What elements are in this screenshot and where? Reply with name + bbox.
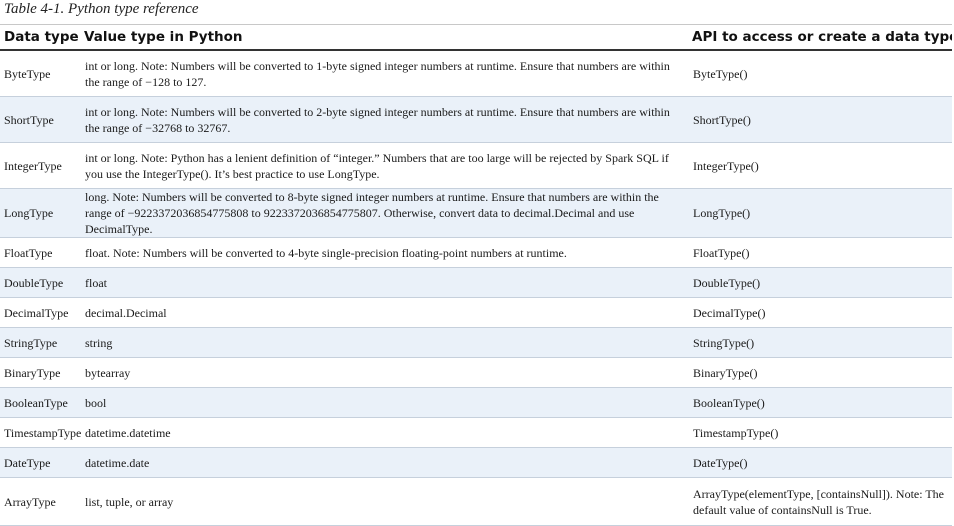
table-row: DecimalType decimal.Decimal DecimalType(…	[0, 297, 952, 328]
value-type-cell: bool	[80, 387, 688, 418]
table-row: FloatType float. Note: Numbers will be c…	[0, 237, 952, 268]
data-type-cell: DateType	[0, 447, 80, 478]
value-type-cell: datetime.datetime	[80, 417, 688, 448]
api-cell: BinaryType()	[688, 357, 952, 388]
python-type-reference-table: Data type Value type in Python API to ac…	[0, 24, 952, 526]
api-cell: DoubleType()	[688, 267, 952, 298]
data-type-cell: ArrayType	[0, 477, 80, 526]
api-cell: LongType()	[688, 188, 952, 238]
table-row: ShortType int or long. Note: Numbers wil…	[0, 96, 952, 143]
value-type-cell: float	[80, 267, 688, 298]
value-type-cell: bytearray	[80, 357, 688, 388]
data-type-cell: ByteType	[0, 50, 80, 97]
value-type-cell: list, tuple, or array	[80, 477, 688, 526]
api-cell: ArrayType(elementType, [containsNull]). …	[688, 477, 952, 526]
value-type-cell: float. Note: Numbers will be converted t…	[80, 237, 688, 268]
table-row: BinaryType bytearray BinaryType()	[0, 357, 952, 388]
api-cell: IntegerType()	[688, 142, 952, 189]
api-cell: ShortType()	[688, 96, 952, 143]
header-value-type: Value type in Python	[80, 24, 688, 51]
value-type-cell: string	[80, 327, 688, 358]
value-type-cell: datetime.date	[80, 447, 688, 478]
header-data-type: Data type	[0, 24, 80, 51]
data-type-cell: FloatType	[0, 237, 80, 268]
data-type-cell: ShortType	[0, 96, 80, 143]
data-type-cell: TimestampType	[0, 417, 81, 448]
table-row: IntegerType int or long. Note: Python ha…	[0, 142, 952, 189]
header-api: API to access or create a data type	[688, 24, 952, 51]
table-row: ByteType int or long. Note: Numbers will…	[0, 50, 952, 97]
table-row: DateType datetime.date DateType()	[0, 447, 952, 478]
api-cell: StringType()	[688, 327, 952, 358]
table-row: ArrayType list, tuple, or array ArrayTyp…	[0, 477, 952, 526]
data-type-cell: StringType	[0, 327, 80, 358]
value-type-cell: long. Note: Numbers will be converted to…	[80, 188, 688, 238]
api-cell: ByteType()	[688, 50, 952, 97]
table-row: DoubleType float DoubleType()	[0, 267, 952, 298]
data-type-cell: DecimalType	[0, 297, 80, 328]
api-cell: DateType()	[688, 447, 952, 478]
value-type-cell: int or long. Note: Numbers will be conve…	[80, 96, 688, 143]
table-caption: Table 4-1. Python type reference	[4, 1, 199, 17]
table-row: BooleanType bool BooleanType()	[0, 387, 952, 418]
data-type-cell: IntegerType	[0, 142, 80, 189]
value-type-cell: int or long. Note: Python has a lenient …	[80, 142, 688, 189]
data-type-cell: BooleanType	[0, 387, 80, 418]
value-type-cell: decimal.Decimal	[80, 297, 688, 328]
table-row: TimestampType datetime.datetime Timestam…	[0, 417, 952, 448]
table-row: StringType string StringType()	[0, 327, 952, 358]
api-cell: BooleanType()	[688, 387, 952, 418]
api-cell: TimestampType()	[688, 417, 952, 448]
data-type-cell: LongType	[0, 188, 80, 238]
api-cell: DecimalType()	[688, 297, 952, 328]
api-cell: FloatType()	[688, 237, 952, 268]
data-type-cell: BinaryType	[0, 357, 80, 388]
data-type-cell: DoubleType	[0, 267, 80, 298]
value-type-cell: int or long. Note: Numbers will be conve…	[80, 50, 688, 97]
table-row: LongType long. Note: Numbers will be con…	[0, 188, 952, 238]
table-header-row: Data type Value type in Python API to ac…	[0, 24, 952, 51]
